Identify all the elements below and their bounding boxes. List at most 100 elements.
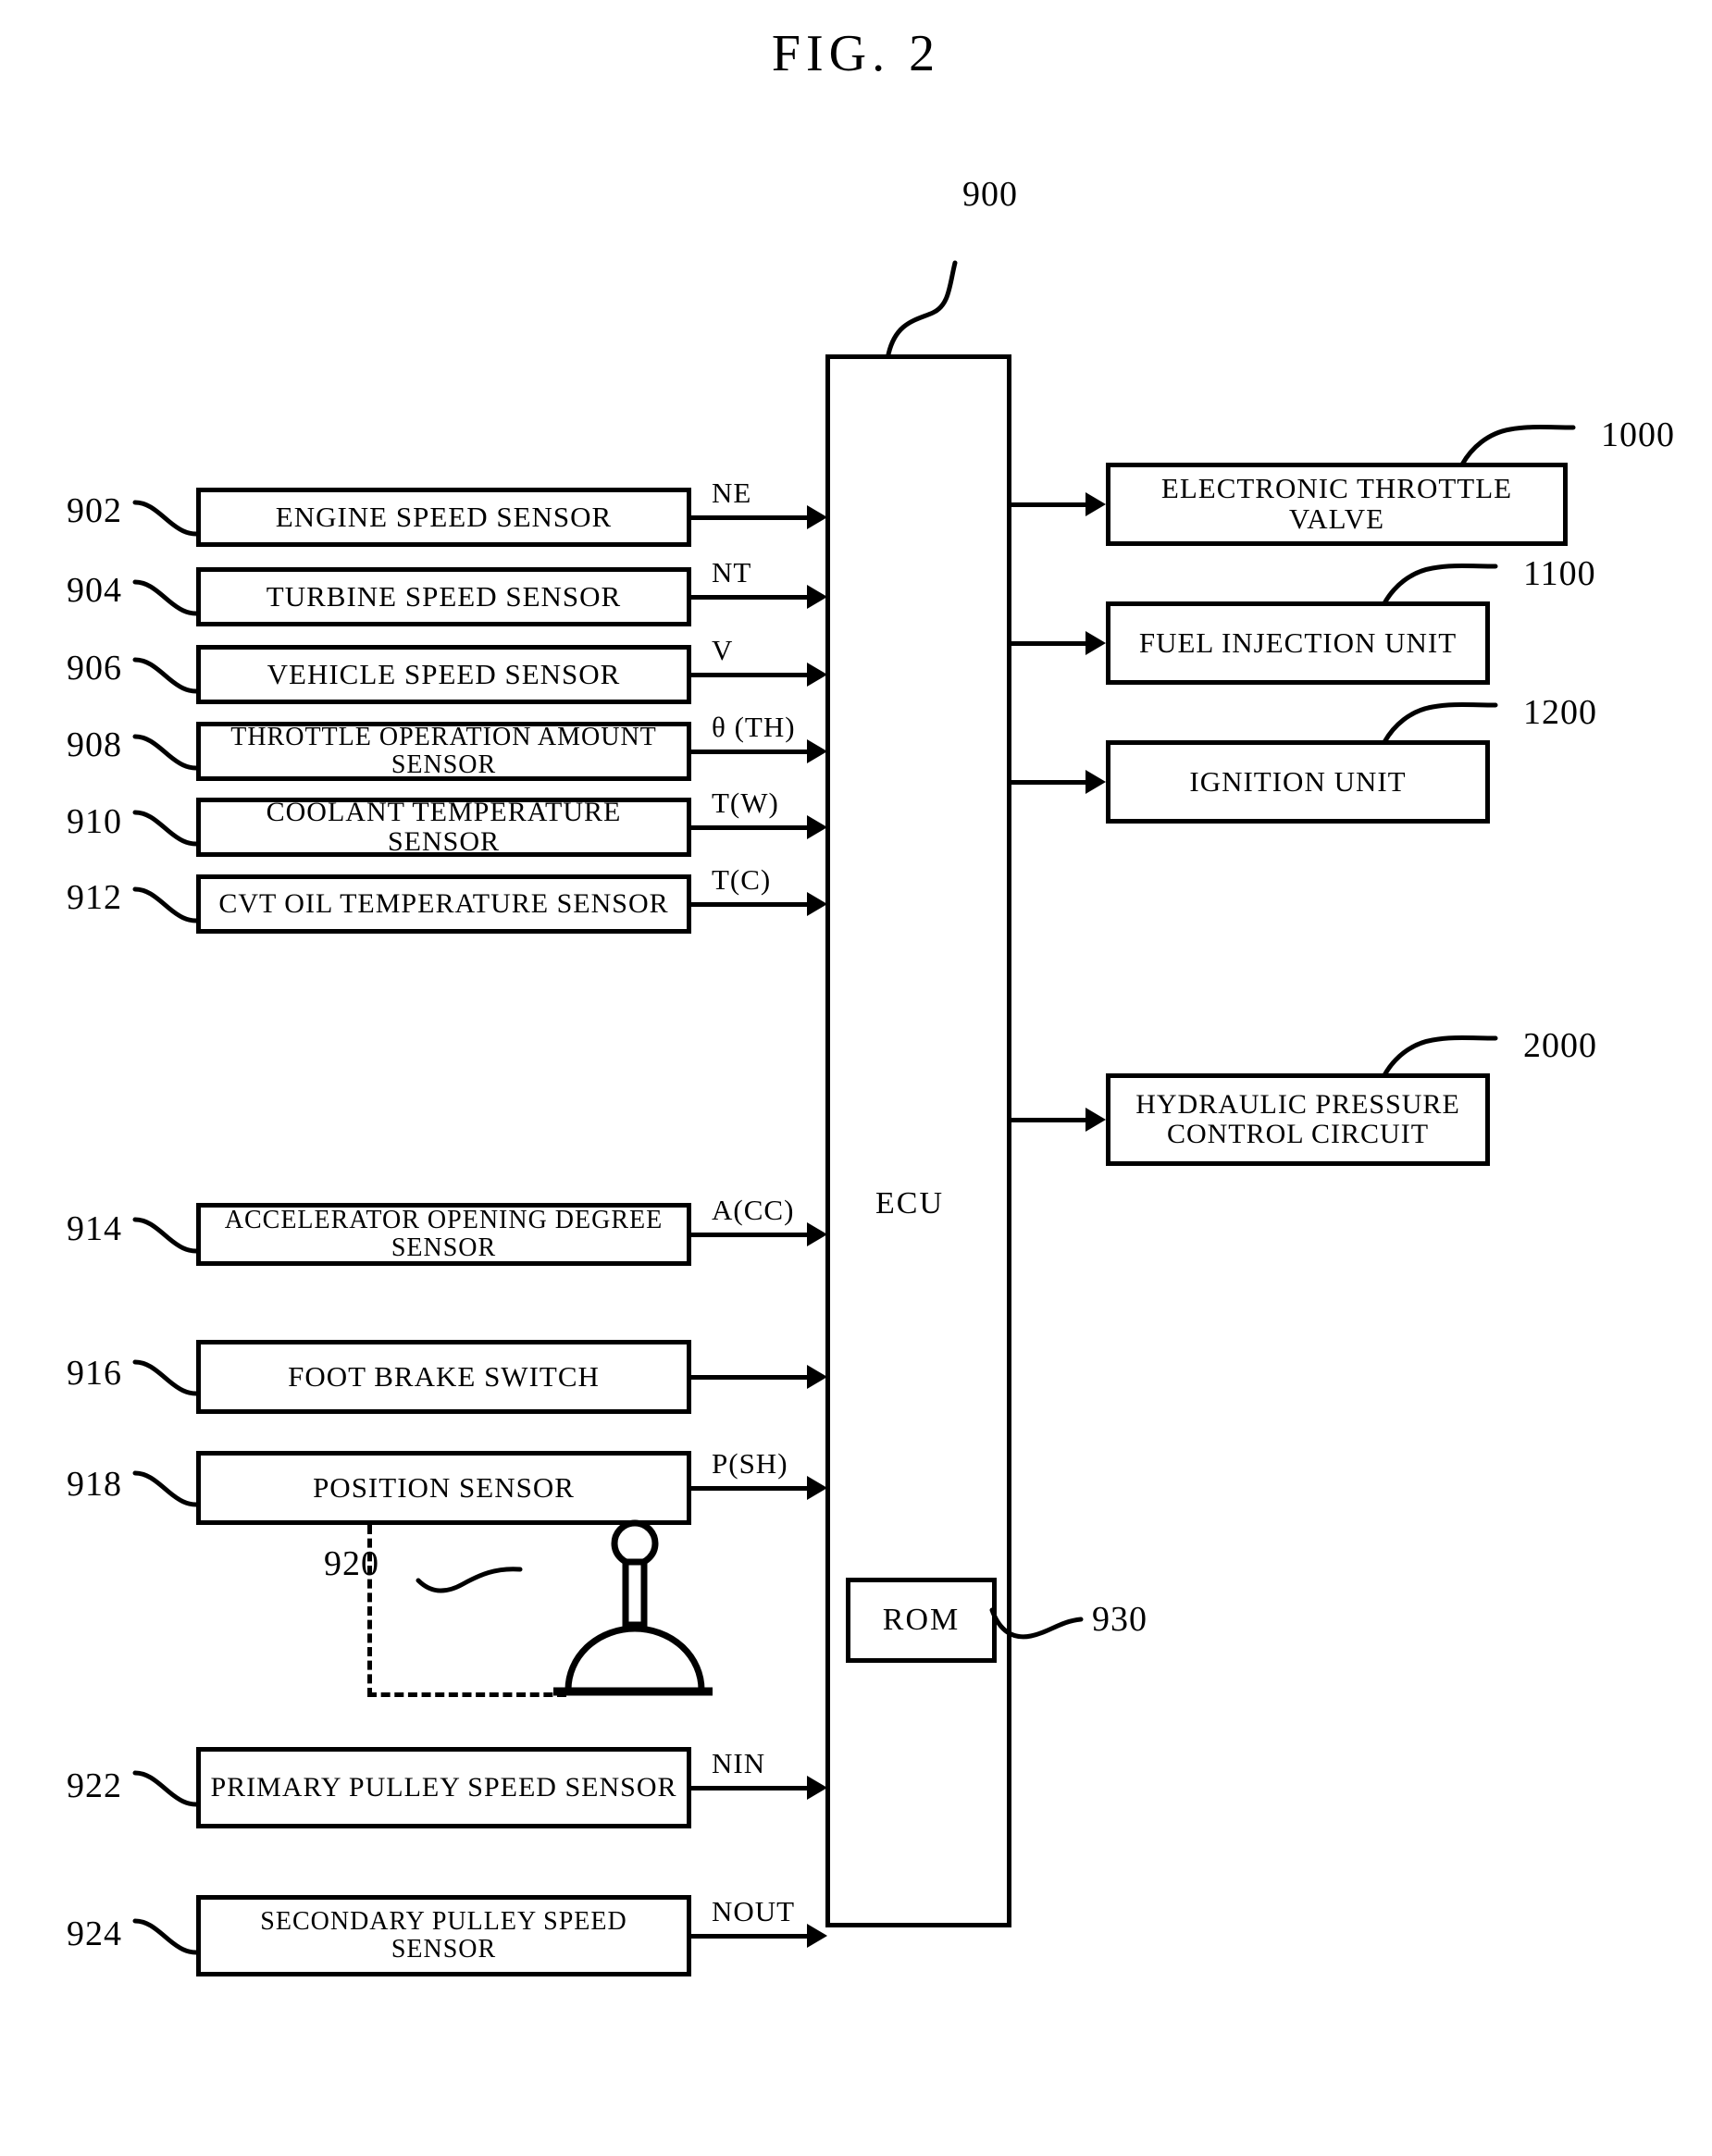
rom-block: ROM <box>846 1578 997 1663</box>
leader-line-914 <box>132 1217 199 1254</box>
leader-line-902 <box>132 500 199 537</box>
reference-1100: 1100 <box>1523 554 1596 593</box>
sensor-box-916: FOOT BRAKE SWITCH <box>196 1340 691 1414</box>
signal-line-924 <box>691 1934 809 1939</box>
signal-label-914: A(CC) <box>712 1194 795 1226</box>
ecu-label: ECU <box>875 1186 944 1220</box>
sensor-box-908: THROTTLE OPERATION AMOUNT SENSOR <box>196 722 691 781</box>
signal-line-918 <box>691 1486 809 1491</box>
arrow-head-910 <box>807 815 827 839</box>
leader-line-1100 <box>1382 564 1498 606</box>
arrow-head-908 <box>807 739 827 763</box>
signal-label-910: T(W) <box>712 787 779 819</box>
signal-line-916 <box>691 1375 809 1380</box>
output-arrow-head-1000 <box>1086 492 1106 516</box>
leader-line-924 <box>132 1918 199 1955</box>
sensor-label-912: CVT OIL TEMPERATURE SENSOR <box>218 888 669 920</box>
arrow-head-924 <box>807 1924 827 1948</box>
actuator-box-1200: IGNITION UNIT <box>1106 740 1490 824</box>
arrow-head-906 <box>807 663 827 687</box>
actuator-label-1200: IGNITION UNIT <box>1189 764 1407 798</box>
reference-916: 916 <box>67 1354 122 1393</box>
signal-label-904: NT <box>712 556 752 589</box>
actuator-label-1100: FUEL INJECTION UNIT <box>1138 626 1458 659</box>
sensor-label-924: SECONDARY PULLEY SPEED SENSOR <box>260 1907 627 1964</box>
actuator-box-2000: HYDRAULIC PRESSURE CONTROL CIRCUIT <box>1106 1073 1490 1166</box>
rom-label: ROM <box>882 1603 961 1637</box>
dashed-link-horizontal <box>367 1692 566 1697</box>
reference-920: 920 <box>324 1544 379 1583</box>
reference-904: 904 <box>67 571 122 610</box>
sensor-label-914: ACCELERATOR OPENING DEGREE SENSOR <box>224 1206 664 1262</box>
leader-line-922 <box>132 1770 199 1807</box>
signal-line-910 <box>691 825 809 830</box>
actuator-label-2000: HYDRAULIC PRESSURE CONTROL CIRCUIT <box>1130 1090 1466 1149</box>
signal-line-912 <box>691 902 809 907</box>
signal-label-908: θ (TH) <box>712 711 796 743</box>
leader-line-916 <box>132 1359 199 1396</box>
figure-canvas: FIG. 2 ECU 900 ROM 930 902 ENGINE SPEED S… <box>0 0 1712 2156</box>
signal-label-902: NE <box>712 477 752 509</box>
reference-1000: 1000 <box>1601 415 1675 454</box>
sensor-box-912: CVT OIL TEMPERATURE SENSOR <box>196 874 691 934</box>
signal-line-902 <box>691 515 809 520</box>
leader-line-1000 <box>1459 425 1576 467</box>
sensor-label-910: COOLANT TEMPERATURE SENSOR <box>266 797 622 857</box>
actuator-label-1000: ELECTRONIC THROTTLE VALVE <box>1160 472 1513 535</box>
actuator-label-2000-line1: HYDRAULIC PRESSURE <box>1135 1089 1460 1121</box>
reference-1200: 1200 <box>1523 693 1597 732</box>
reference-914: 914 <box>67 1209 122 1248</box>
sensor-box-918: POSITION SENSOR <box>196 1451 691 1525</box>
output-arrow-head-1200 <box>1086 770 1106 794</box>
arrow-head-902 <box>807 505 827 529</box>
reference-906: 906 <box>67 649 122 688</box>
arrow-head-914 <box>807 1222 827 1246</box>
output-arrow-head-1100 <box>1086 631 1106 655</box>
leader-line-906 <box>132 657 199 694</box>
sensor-label-916: FOOT BRAKE SWITCH <box>288 1359 600 1393</box>
actuator-label-2000-line2: CONTROL CIRCUIT <box>1166 1119 1430 1149</box>
signal-label-924: NOUT <box>712 1895 796 1927</box>
signal-line-908 <box>691 750 809 754</box>
arrow-head-916 <box>807 1365 827 1389</box>
reference-930: 930 <box>1092 1600 1148 1639</box>
leader-line-920 <box>416 1567 523 1593</box>
reference-924: 924 <box>67 1914 122 1953</box>
signal-label-912: T(C) <box>712 863 772 896</box>
arrow-head-918 <box>807 1476 827 1500</box>
leader-line-908 <box>132 734 199 771</box>
sensor-label-904: TURBINE SPEED SENSOR <box>266 579 622 613</box>
actuator-box-1100: FUEL INJECTION UNIT <box>1106 601 1490 685</box>
signal-label-918: P(SH) <box>712 1447 788 1480</box>
sensor-label-902: ENGINE SPEED SENSOR <box>275 500 613 533</box>
arrow-head-922 <box>807 1776 827 1800</box>
output-arrow-head-2000 <box>1086 1108 1106 1132</box>
reference-2000: 2000 <box>1523 1026 1597 1065</box>
signal-line-922 <box>691 1786 809 1790</box>
leader-line-904 <box>132 579 199 616</box>
leader-line-918 <box>132 1470 199 1507</box>
signal-label-922: NIN <box>712 1747 766 1779</box>
reference-922: 922 <box>67 1766 122 1805</box>
leader-line-1200 <box>1382 702 1498 745</box>
figure-title: FIG. 2 <box>771 25 941 82</box>
sensor-box-910: COOLANT TEMPERATURE SENSOR <box>196 798 691 857</box>
arrow-head-912 <box>807 892 827 916</box>
sensor-box-922: PRIMARY PULLEY SPEED SENSOR <box>196 1747 691 1828</box>
output-line-1200 <box>1011 780 1089 785</box>
leader-line-900 <box>886 260 958 357</box>
actuator-box-1000: ELECTRONIC THROTTLE VALVE <box>1106 463 1568 546</box>
reference-900: 900 <box>962 175 1018 214</box>
output-line-1100 <box>1011 641 1089 646</box>
reference-902: 902 <box>67 491 122 530</box>
leader-line-2000 <box>1382 1035 1498 1078</box>
arrow-head-904 <box>807 585 827 609</box>
reference-908: 908 <box>67 725 122 764</box>
signal-line-914 <box>691 1233 809 1237</box>
reference-910: 910 <box>67 802 122 841</box>
leader-line-910 <box>132 810 199 847</box>
output-line-2000 <box>1011 1118 1089 1122</box>
ecu-block <box>825 354 1011 1927</box>
sensor-label-908: THROTTLE OPERATION AMOUNT SENSOR <box>230 723 657 779</box>
sensor-box-914: ACCELERATOR OPENING DEGREE SENSOR <box>196 1203 691 1266</box>
